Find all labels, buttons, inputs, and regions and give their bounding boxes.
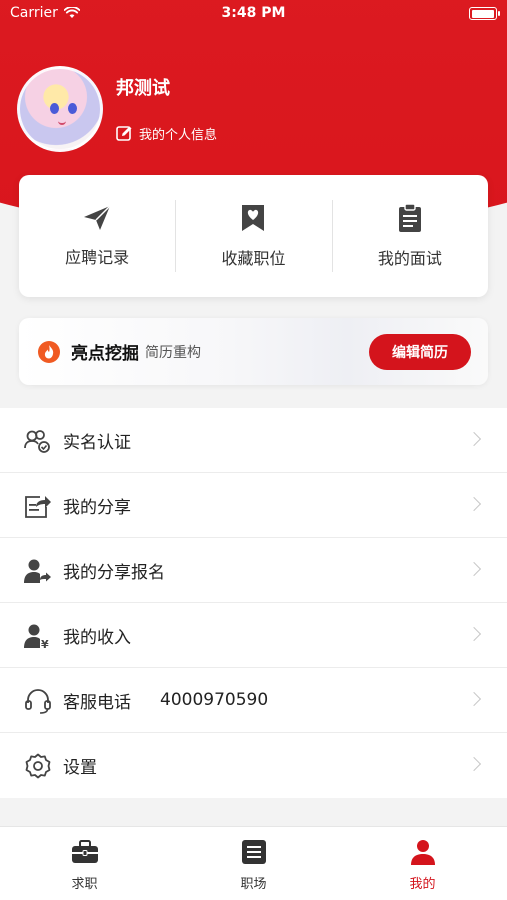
saved-jobs-label: 收藏职位	[221, 249, 286, 268]
my-profile-label: 我的个人信息	[139, 128, 218, 143]
my-profile-link[interactable]: 我的个人信息	[116, 124, 217, 143]
edit-resume-button[interactable]: 编辑简历	[369, 334, 471, 370]
edit-icon	[116, 126, 132, 141]
gear-icon	[25, 753, 51, 779]
chevron-right-icon	[466, 756, 482, 772]
status-bar: Carrier 3:48 PM	[0, 0, 507, 28]
menu-label: 实名认证	[63, 432, 131, 453]
verify-user-icon	[24, 430, 50, 453]
menu-label: 我的收入	[63, 627, 131, 648]
chevron-right-icon	[466, 691, 482, 707]
tab-label: 求职	[71, 877, 98, 892]
share-icon	[25, 496, 51, 518]
user-name: 邦测试	[116, 78, 170, 99]
my-interviews-label: 我的面试	[377, 249, 442, 268]
briefcase-icon	[71, 840, 98, 863]
tab-label: 职场	[240, 877, 267, 892]
menu-item-real-name-verification[interactable]: 实名认证	[0, 408, 507, 473]
menu-label: 我的分享	[63, 497, 131, 518]
tab-label: 我的	[409, 877, 436, 892]
application-records-label: 应聘记录	[65, 248, 130, 267]
service-phone-number[interactable]: 4000970590	[160, 690, 268, 710]
menu-label: 设置	[63, 758, 97, 778]
chevron-right-icon	[466, 626, 482, 642]
bottom-tab-bar: 求职 职场 我的	[0, 826, 507, 900]
menu-item-customer-service[interactable]: 客服电话 4000970590	[0, 668, 507, 733]
clipboard-icon	[398, 203, 421, 232]
flame-icon	[38, 340, 60, 363]
user-share-icon	[24, 559, 51, 583]
menu-item-my-share[interactable]: 我的分享	[0, 473, 507, 538]
user-income-icon: ¥	[24, 624, 49, 649]
tab-mine[interactable]: 我的	[338, 827, 507, 900]
resume-highlight-banner: 亮点挖掘 简历重构 编辑简历	[19, 318, 488, 385]
menu-item-settings[interactable]: 设置	[0, 733, 507, 798]
person-icon	[410, 840, 435, 865]
headset-icon	[25, 689, 51, 714]
saved-jobs-button[interactable]: 收藏职位	[175, 175, 331, 297]
menu-item-my-income[interactable]: ¥ 我的收入	[0, 603, 507, 668]
svg-text:¥: ¥	[41, 638, 49, 649]
list-icon	[241, 840, 266, 864]
chevron-right-icon	[466, 431, 482, 447]
paper-plane-icon	[84, 205, 111, 230]
banner-title: 亮点挖掘	[71, 344, 139, 364]
menu-label: 我的分享报名	[63, 562, 165, 583]
bookmark-heart-icon	[242, 205, 265, 231]
settings-menu: 实名认证 我的分享 我的分享报名 ¥ 我的收入 客服电话 4000970590 …	[0, 408, 507, 798]
application-records-button[interactable]: 应聘记录	[19, 175, 175, 297]
menu-item-share-signups[interactable]: 我的分享报名	[0, 538, 507, 603]
tab-workplace[interactable]: 职场	[169, 827, 338, 900]
chevron-right-icon	[466, 561, 482, 577]
banner-subtitle: 简历重构	[145, 344, 201, 361]
chevron-right-icon	[466, 496, 482, 512]
clock: 3:48 PM	[221, 5, 286, 21]
tab-job-search[interactable]: 求职	[0, 827, 169, 900]
battery-icon	[469, 7, 500, 20]
quick-actions-card: 应聘记录 收藏职位 我的面试	[19, 175, 488, 297]
avatar[interactable]	[17, 66, 103, 152]
menu-label: 客服电话	[63, 692, 131, 713]
my-interviews-button[interactable]: 我的面试	[331, 175, 488, 297]
